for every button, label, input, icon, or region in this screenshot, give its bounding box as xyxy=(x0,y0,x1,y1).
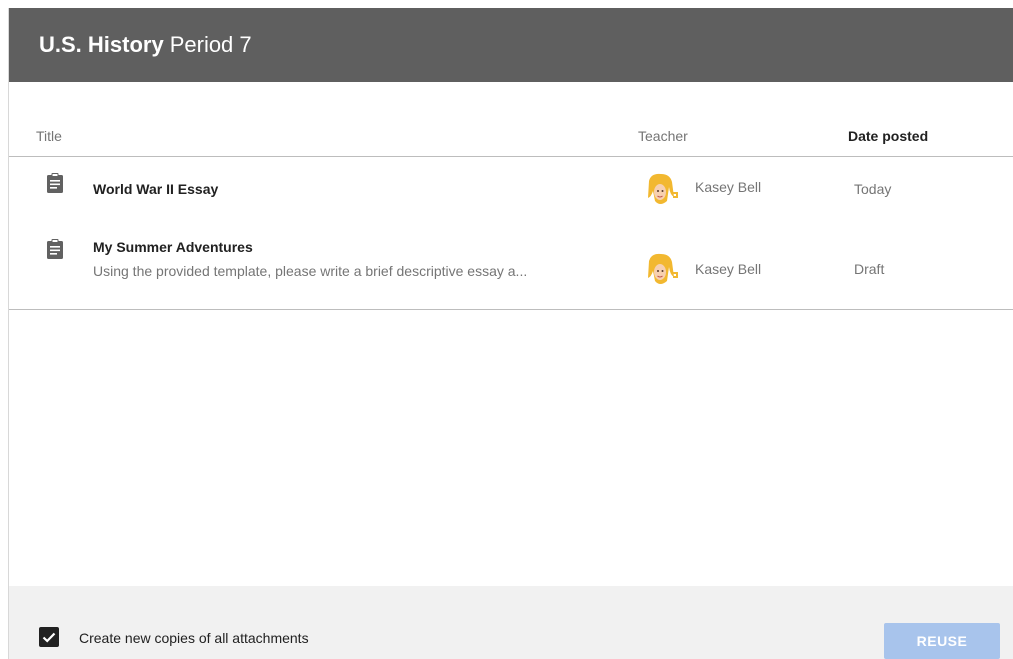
column-header-teacher[interactable]: Teacher xyxy=(638,128,688,144)
course-period: Period 7 xyxy=(169,32,252,57)
teacher-avatar xyxy=(643,251,681,289)
column-headers: Title Teacher Date posted xyxy=(9,82,1013,157)
class-title: U.S. History Period 7 xyxy=(39,32,252,58)
copy-attachments-label[interactable]: Create new copies of all attachments xyxy=(79,630,309,646)
dialog-header: U.S. History Period 7 xyxy=(9,8,1013,82)
post-list: World War II Essay Kasey Bell Today My S… xyxy=(9,157,1013,310)
post-date: Draft xyxy=(854,261,885,277)
post-title: World War II Essay xyxy=(93,181,219,197)
post-title: My Summer Adventures xyxy=(93,239,253,255)
post-description: Using the provided template, please writ… xyxy=(93,263,528,279)
column-header-title[interactable]: Title xyxy=(36,128,62,144)
dialog-footer: Create new copies of all attachments REU… xyxy=(9,586,1013,659)
teacher-name: Kasey Bell xyxy=(695,179,762,195)
post-date: Today xyxy=(854,181,892,197)
reuse-post-dialog: U.S. History Period 7 Title Teacher Date … xyxy=(8,8,1013,659)
teacher-name: Kasey Bell xyxy=(695,261,762,277)
post-row[interactable]: World War II Essay Kasey Bell Today xyxy=(9,157,1013,219)
course-name: U.S. History xyxy=(39,32,164,57)
reuse-button[interactable]: REUSE xyxy=(884,623,1000,659)
checkmark-icon xyxy=(42,632,56,643)
assignment-clipboard-icon xyxy=(47,239,63,259)
column-header-date-posted[interactable]: Date posted xyxy=(848,128,928,144)
post-row[interactable]: My Summer Adventures Using the provided … xyxy=(9,219,1013,309)
assignment-clipboard-icon xyxy=(47,173,63,193)
copy-attachments-checkbox[interactable] xyxy=(39,627,59,647)
teacher-avatar xyxy=(643,171,681,209)
